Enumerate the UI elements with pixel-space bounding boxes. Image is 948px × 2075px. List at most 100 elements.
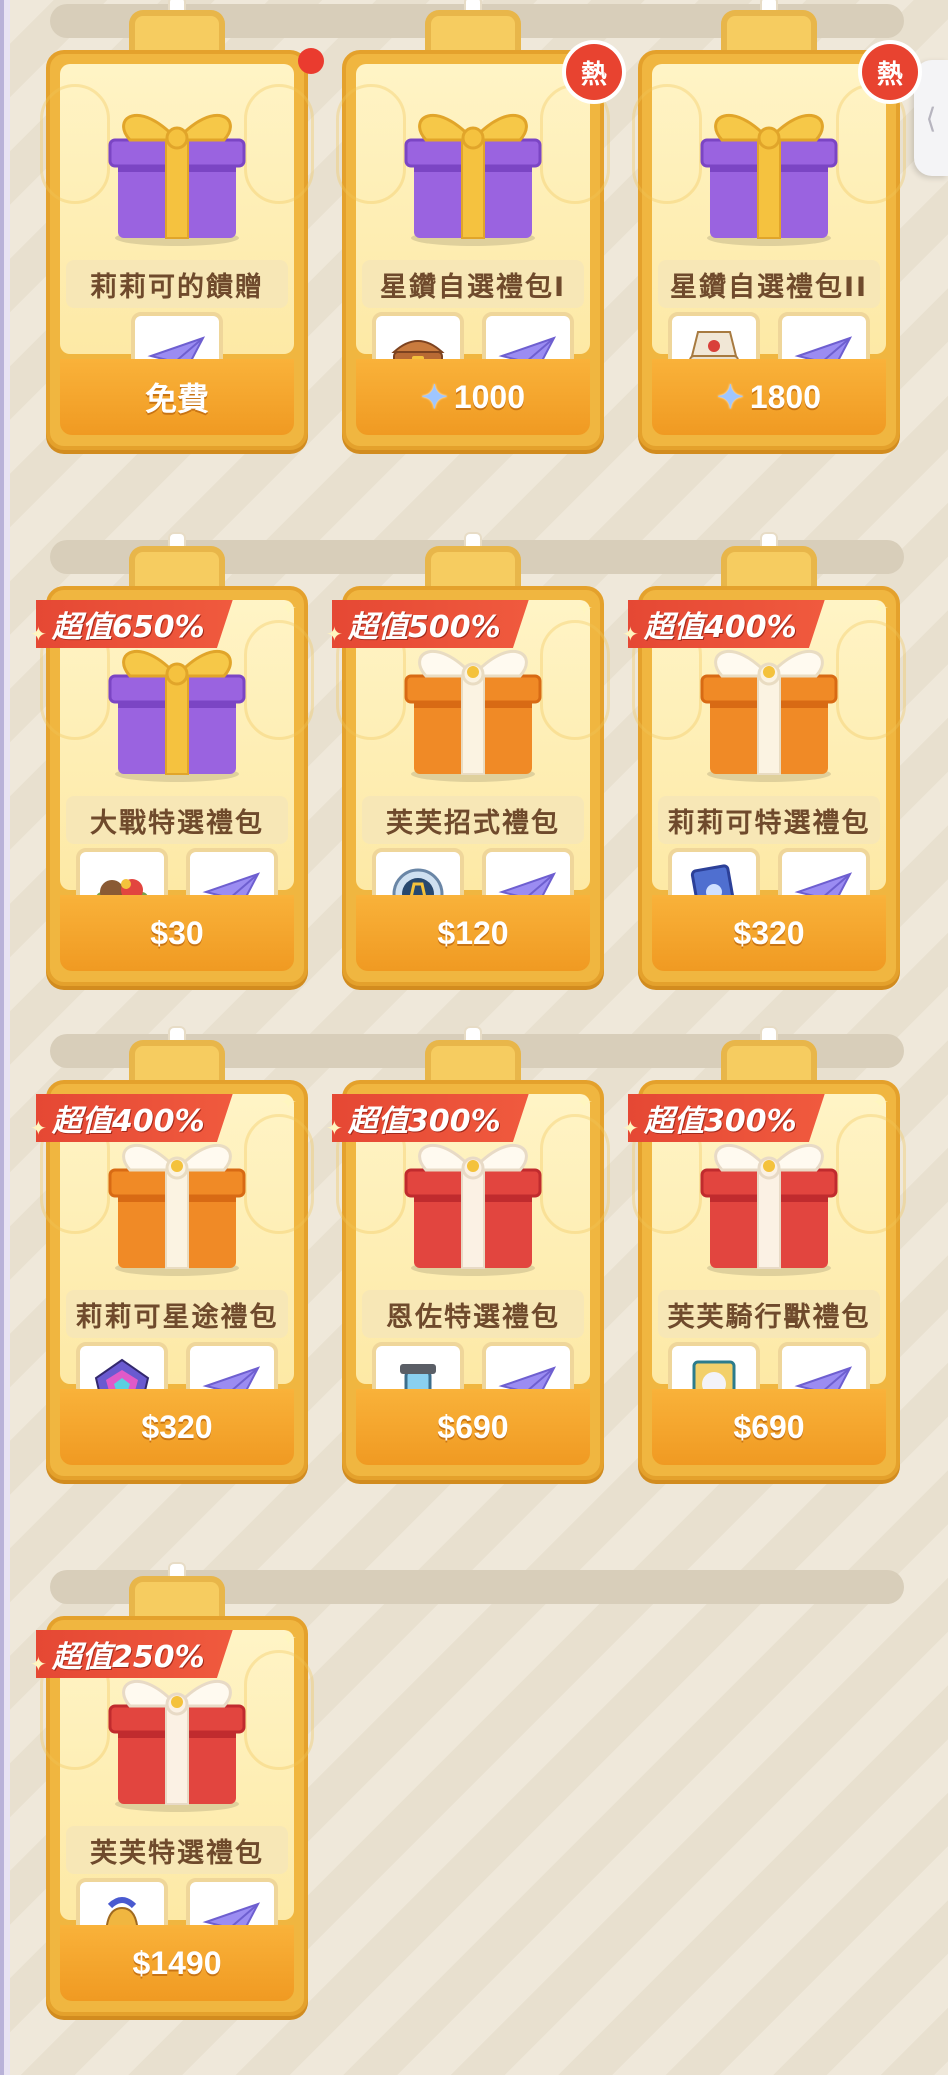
buy-button[interactable]: ✦ 1000 [356,359,590,435]
value-badge: 超值500% [332,600,529,648]
sparkle-icon: ✦ [622,622,639,646]
price-label: 1800 [749,378,821,415]
sparkle-icon: ✦ [30,622,47,646]
decor-swirl [836,84,906,204]
value-badge-label: 超值300% [348,1104,501,1139]
buy-button[interactable]: $320 [652,895,886,971]
sparkle-icon: ✦ [622,1116,639,1140]
sparkle-icon: ✦ [280,1090,297,1114]
price-label: $320 [733,914,805,951]
sparkle-icon: ✦ [30,1652,47,1676]
pack-name: 大戰特選禮包 [66,796,288,844]
gift-box-icon [108,1143,246,1276]
value-badge: 超值400% [36,1094,233,1142]
gift-pack-card[interactable]: 星鑽自選禮包I 1 5 ✦1000 熱 [336,0,622,450]
pack-name: 芙芙招式禮包 [362,796,584,844]
sparkle-icon: ✦ [280,596,297,620]
gift-pack-card[interactable]: 大戰特選禮包 50 20 $30 超值650% ✦ ✦ [30,534,314,986]
hot-badge-label: 熱 [876,59,903,90]
sparkle-icon: ✦ [872,596,889,620]
star-diamond-icon: ✦ [717,379,744,415]
sparkle-icon: ✦ [576,596,593,620]
decor-swirl [244,620,314,740]
value-badge-label: 超值300% [644,1104,797,1139]
gift-box-icon [700,649,838,782]
value-badge-label: 超值400% [644,610,797,645]
gift-box-icon [700,1143,838,1276]
decor-swirl [836,1114,906,1234]
price-label: $690 [437,1408,509,1445]
price-label: $690 [733,1408,805,1445]
value-badge-label: 超值400% [52,1104,205,1139]
side-collapse-tab[interactable]: ⟨ [914,60,948,176]
gift-box-icon [108,1679,246,1812]
value-badge: 超值400% [628,600,825,648]
value-badge-label: 超值500% [348,610,501,645]
sparkle-icon: ✦ [326,622,343,646]
value-badge: 超值300% [628,1094,825,1142]
gift-box-icon [404,1143,542,1276]
pack-name: 星鑽自選禮包II [658,260,880,308]
price-label: $30 [150,914,204,951]
buy-button[interactable]: $1490 [60,1925,294,2001]
hot-badge-label: 熱 [580,59,607,90]
decor-swirl [244,1650,314,1770]
gift-pack-card[interactable]: 恩佐特選禮包 1000 120 $690 超值300% ✦ ✦ [326,1028,610,1480]
pack-name: 莉莉可特選禮包 [658,796,880,844]
price-label: $120 [437,914,509,951]
decor-swirl [540,620,610,740]
buy-button[interactable]: $690 [356,1389,590,1465]
pack-name: 莉莉可星途禮包 [66,1290,288,1338]
hot-badge: 熱 [566,44,622,100]
pack-name: 恩佐特選禮包 [362,1290,584,1338]
card-body: 星鑽自選禮包I 1 5 ✦1000 [336,50,610,450]
decor-swirl [836,620,906,740]
sparkle-icon: ✦ [576,1090,593,1114]
gift-box-icon [108,649,246,782]
card-body: 莉莉可的饋贈 5 免費 [40,50,314,450]
sparkle-icon: ✦ [872,1090,889,1114]
value-badge: 超值650% [36,600,233,648]
price-label: $1490 [132,1944,222,1981]
buy-button[interactable]: $320 [60,1389,294,1465]
gift-box-icon [404,113,542,246]
gift-pack-card[interactable]: 莉莉可特選禮包 20 80 $320 超值400% ✦ ✦ [622,534,906,986]
gift-pack-card[interactable]: 芙芙特選禮包 40 240 $1490 超值250% ✦ ✦ [30,1564,314,2016]
pack-name: 莉莉可的饋贈 [66,260,288,308]
gift-pack-card[interactable]: 星鑽自選禮包II 1 10 ✦1800 熱 [632,0,918,450]
price-label: $320 [141,1408,213,1445]
buy-button[interactable]: 免費 [60,359,294,435]
gift-pack-card[interactable]: 芙芙招式禮包 800 65 $120 超值500% ✦ ✦ [326,534,610,986]
value-badge: 超值300% [332,1094,529,1142]
gift-box-icon [404,649,542,782]
gift-pack-card[interactable]: 莉莉可的饋贈 5 免費 [40,0,324,450]
value-badge-label: 超值650% [52,610,205,645]
pack-name: 星鑽自選禮包I [362,260,584,308]
price-label: 1000 [453,378,525,415]
buy-button[interactable]: $120 [356,895,590,971]
gift-pack-card[interactable]: 芙芙騎行獸禮包 60 120 $690 超值300% ✦ ✦ [622,1028,906,1480]
buy-button[interactable]: ✦ 1800 [652,359,886,435]
buy-button[interactable]: $30 [60,895,294,971]
buy-button[interactable]: $690 [652,1389,886,1465]
decor-swirl [540,84,610,204]
value-badge: 超值250% [36,1630,233,1678]
decor-swirl [540,1114,610,1234]
pack-name: 芙芙騎行獸禮包 [658,1290,880,1338]
sparkle-icon: ✦ [280,1626,297,1650]
chevron-left-icon: ⟨ [925,101,937,135]
left-edge-rail [0,0,10,2075]
price-label: 免費 [144,381,209,417]
star-diamond-icon: ✦ [421,379,448,415]
gift-pack-card[interactable]: 莉莉可星途禮包 25 60 $320 超值400% ✦ ✦ [30,1028,314,1480]
hot-badge: 熱 [862,44,918,100]
pack-name: 芙芙特選禮包 [66,1826,288,1874]
decor-swirl [244,1114,314,1234]
value-badge-label: 超值250% [52,1640,205,1675]
notification-dot [298,48,324,74]
gift-box-icon [700,113,838,246]
gift-box-icon [108,113,246,246]
card-body: 星鑽自選禮包II 1 10 ✦1800 [632,50,906,450]
decor-swirl [244,84,314,204]
sparkle-icon: ✦ [30,1116,47,1140]
